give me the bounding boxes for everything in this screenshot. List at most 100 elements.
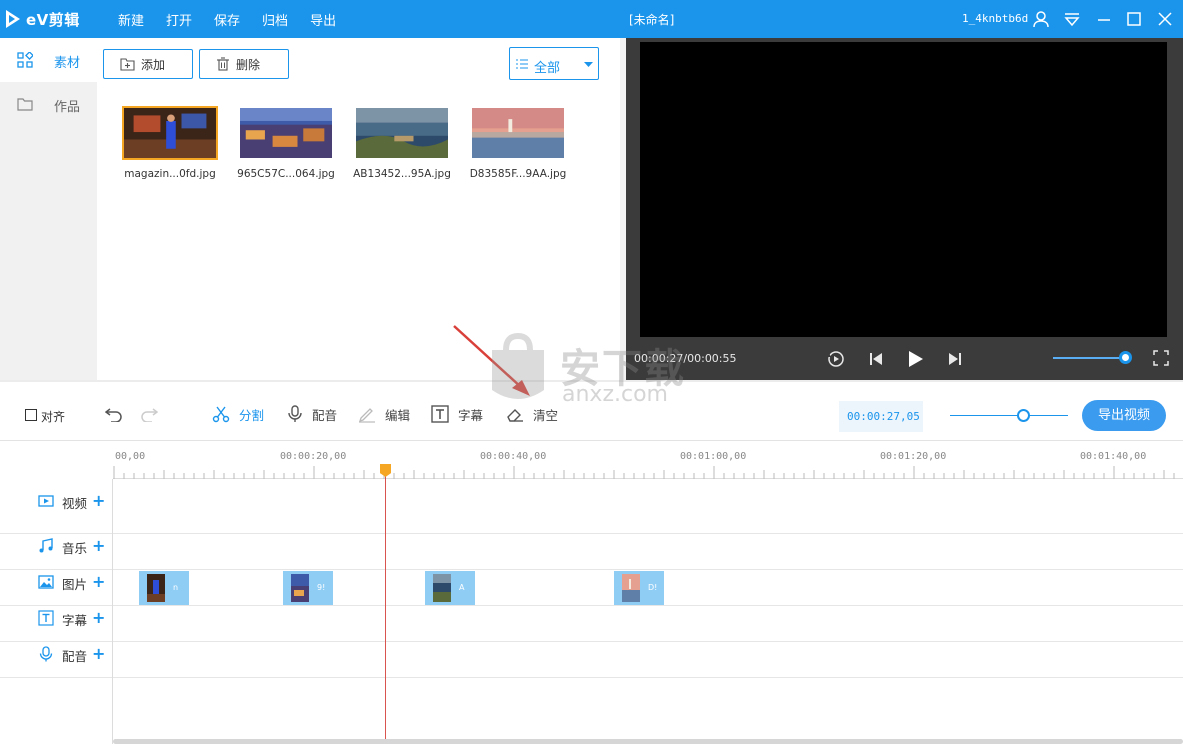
mic-icon — [288, 405, 302, 422]
window-title: [未命名] — [629, 13, 675, 27]
media-thumbnail — [356, 108, 448, 158]
menu-export[interactable]: 导出 — [310, 10, 336, 29]
next-frame-icon[interactable] — [944, 348, 966, 370]
maximize-icon[interactable] — [1124, 9, 1144, 29]
menu-open[interactable]: 打开 — [166, 10, 192, 29]
media-filename: 965C57C...064.jpg — [237, 168, 335, 180]
replay-icon[interactable] — [825, 348, 847, 370]
media-item[interactable]: AB13452...95A.jpg — [352, 106, 452, 180]
media-item[interactable]: magazin...0fd.jpg — [120, 106, 220, 180]
track-divider — [0, 641, 1183, 642]
text-icon — [431, 405, 449, 423]
ruler-label: 00,00 — [115, 451, 146, 462]
timeline-zoom-track[interactable] — [950, 415, 1068, 416]
timeline-scrollbar[interactable] — [113, 739, 1183, 744]
ruler-label: 00:01:40,00 — [1080, 451, 1147, 462]
edit-button[interactable]: 编辑 — [358, 402, 410, 426]
media-filter-select[interactable]: 全部 — [509, 47, 599, 80]
app-logo: eV剪辑 — [6, 9, 80, 29]
minimize-icon[interactable] — [1094, 9, 1114, 29]
scissors-icon — [212, 406, 230, 423]
media-item[interactable]: 965C57C...064.jpg — [236, 106, 336, 180]
music-icon — [39, 538, 53, 553]
media-filename: AB13452...95A.jpg — [353, 168, 451, 180]
clip-thumbnail — [147, 574, 165, 602]
track-label: 图片 — [62, 577, 88, 592]
image-clip[interactable]: D! — [614, 571, 664, 605]
video-preview-screen[interactable] — [640, 42, 1167, 337]
image-clip[interactable]: n — [139, 571, 189, 605]
close-icon[interactable] — [1155, 9, 1175, 29]
red-arrow-annotation — [453, 325, 530, 396]
track-divider — [0, 569, 1183, 570]
media-library: 添加 删除 全部 magazin...0fd.jpg 965C57C...064… — [97, 38, 620, 380]
main-menu: 新建 打开 保存 归档 导出 — [118, 0, 358, 38]
add-dub-button[interactable]: + — [92, 646, 105, 662]
pencil-icon — [358, 408, 375, 423]
menu-new[interactable]: 新建 — [118, 10, 144, 29]
dub-button[interactable]: 配音 — [287, 402, 337, 426]
side-nav: 素材 作品 — [0, 38, 97, 380]
clip-tag: A — [459, 583, 465, 592]
redo-icon[interactable] — [140, 406, 158, 422]
subtitle-button[interactable]: 字幕 — [431, 402, 483, 426]
ruler-label: 00:01:00,00 — [680, 451, 747, 462]
add-image-button[interactable]: + — [92, 574, 105, 590]
ruler-ticks — [113, 466, 1175, 479]
split-button[interactable]: 分割 — [212, 402, 264, 426]
menu-archive[interactable]: 归档 — [262, 10, 288, 29]
volume-slider-track[interactable] — [1053, 357, 1129, 359]
play-icon[interactable] — [904, 348, 926, 370]
add-music-button[interactable]: + — [92, 538, 105, 554]
chevron-down-icon — [584, 62, 593, 67]
list-icon — [516, 59, 528, 69]
track-divider — [0, 533, 1183, 534]
clear-button[interactable]: 清空 — [506, 402, 558, 426]
delete-media-button[interactable]: 删除 — [199, 49, 289, 79]
menu-save[interactable]: 保存 — [214, 10, 240, 29]
volume-slider-handle[interactable] — [1119, 351, 1133, 364]
folder-icon — [17, 98, 33, 111]
clip-thumbnail — [291, 574, 309, 602]
edit-label: 编辑 — [385, 407, 411, 423]
playback-time: 00:00:27/00:00:55 — [634, 352, 737, 365]
play-logo-icon — [6, 10, 20, 28]
image-clip[interactable]: 9! — [283, 571, 333, 605]
clip-thumbnail — [622, 574, 640, 602]
dub-label: 配音 — [312, 407, 338, 423]
add-media-button[interactable]: 添加 — [103, 49, 193, 79]
media-filename: magazin...0fd.jpg — [124, 168, 216, 180]
export-video-button[interactable]: 导出视频 — [1082, 400, 1166, 431]
add-subtitle-button[interactable]: + — [92, 610, 105, 626]
user-icon[interactable] — [1031, 9, 1051, 29]
undo-icon[interactable] — [105, 406, 123, 422]
track-label: 音乐 — [62, 541, 88, 556]
clip-thumbnail — [433, 574, 451, 602]
add-video-button[interactable]: + — [92, 493, 105, 509]
delete-media-label: 删除 — [236, 57, 261, 72]
track-label: 字幕 — [62, 613, 88, 628]
eraser-icon — [507, 409, 523, 422]
track-divider — [0, 677, 1183, 678]
clip-tag: D! — [648, 583, 658, 592]
time-ruler[interactable]: 00,00 00:00:20,00 00:00:40,00 00:01:00,0… — [113, 441, 1183, 479]
timeline-zoom-handle[interactable] — [1017, 409, 1031, 422]
text-icon — [38, 610, 54, 626]
fullscreen-icon[interactable] — [1153, 350, 1169, 366]
sidebar-item-label: 素材 — [54, 56, 81, 71]
sidebar-item-works[interactable]: 作品 — [0, 82, 97, 126]
track-divider — [0, 605, 1183, 606]
subtitle-label: 字幕 — [458, 407, 484, 423]
timeline: 00,00 00:00:20,00 00:00:40,00 00:01:00,0… — [0, 441, 1183, 744]
dropdown-menu-icon[interactable] — [1062, 9, 1082, 29]
current-timecode: 00:00:27,05 — [839, 401, 923, 432]
clip-tag: n — [173, 583, 179, 592]
video-icon — [38, 495, 54, 507]
previous-frame-icon[interactable] — [865, 348, 887, 370]
add-file-icon — [120, 58, 135, 71]
track-label: 配音 — [62, 649, 88, 664]
image-clip[interactable]: A — [425, 571, 475, 605]
align-checkbox[interactable] — [25, 409, 37, 421]
media-item[interactable]: D83585F...9AA.jpg — [468, 106, 568, 180]
sidebar-item-materials[interactable]: 素材 — [0, 38, 97, 82]
